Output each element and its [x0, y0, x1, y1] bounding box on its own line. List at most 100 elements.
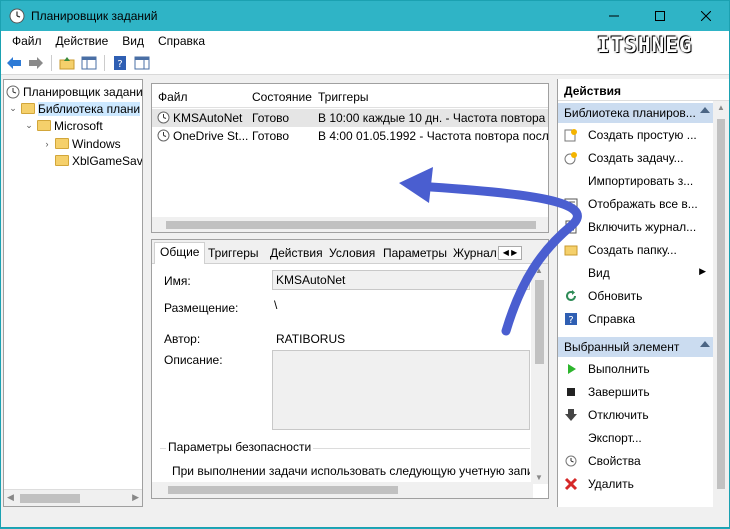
chevron-right-icon[interactable]: ›: [42, 139, 52, 149]
library-section-header[interactable]: Библиотека планиров...: [558, 103, 714, 123]
scroll-thumb[interactable]: [535, 280, 544, 364]
tree-horizontal-scrollbar[interactable]: ◀ ▶: [4, 489, 142, 506]
column-header-status[interactable]: Состояние: [252, 90, 312, 104]
task-name: OneDrive St...: [173, 129, 249, 143]
forward-button[interactable]: [27, 54, 45, 72]
scroll-up-icon[interactable]: ▲: [535, 266, 543, 275]
tree-item-label: Библиотека плани: [38, 101, 141, 116]
scroll-left-icon[interactable]: ◀: [7, 492, 14, 503]
submenu-arrow-icon: ▶: [699, 266, 706, 276]
action-label: Включить журнал...: [588, 220, 697, 234]
location-label: Размещение:: [164, 301, 239, 315]
create-task-icon: [564, 152, 577, 165]
tree-item-label: Microsoft: [54, 118, 103, 133]
scroll-thumb[interactable]: [717, 119, 725, 489]
action-new-folder[interactable]: Создать папку...: [558, 239, 714, 262]
tree-item-microsoft[interactable]: ⌄ Microsoft: [24, 117, 103, 134]
task-clock-icon: [157, 129, 170, 142]
action-delete[interactable]: Удалить: [558, 473, 714, 496]
actions-pane: Действия Библиотека планиров... Создать …: [557, 79, 729, 507]
action-enable-history[interactable]: Включить журнал...: [558, 216, 714, 239]
selected-item-section-header[interactable]: Выбранный элемент: [558, 337, 714, 357]
action-label: Удалить: [588, 477, 634, 491]
scroll-down-icon[interactable]: ▼: [535, 473, 543, 482]
action-help[interactable]: ? Справка: [558, 308, 714, 331]
action-label: Создать задачу...: [588, 151, 684, 165]
menu-view[interactable]: Вид: [115, 34, 151, 48]
action-label: Завершить: [588, 385, 650, 399]
tree-item-library[interactable]: ⌄ Библиотека плани: [8, 100, 141, 117]
task-details: Общие Триггеры Действия Условия Параметр…: [151, 239, 549, 499]
tab-actions[interactable]: Действия: [265, 244, 328, 264]
tree-item-root[interactable]: Планировщик заданий: [6, 83, 142, 100]
toolbar-separator: [104, 54, 105, 71]
maximize-button[interactable]: [637, 1, 683, 31]
back-button[interactable]: [5, 54, 23, 72]
action-label: Обновить: [588, 289, 643, 303]
library-folder-icon: [21, 103, 35, 114]
scroll-up-icon[interactable]: ▲: [717, 103, 725, 112]
close-button[interactable]: [683, 1, 729, 31]
tab-conditions[interactable]: Условия: [324, 244, 380, 264]
action-import-task[interactable]: Импортировать з...: [558, 170, 714, 193]
menu-action[interactable]: Действие: [49, 34, 116, 48]
help-icon: ?: [565, 313, 577, 326]
menu-help[interactable]: Справка: [151, 34, 212, 48]
description-label: Описание:: [164, 353, 223, 367]
tab-scroll-arrows-icon[interactable]: ◀ ▶: [498, 246, 522, 260]
scroll-thumb[interactable]: [20, 494, 80, 503]
action-export[interactable]: Экспорт...: [558, 427, 714, 450]
show-actions-button[interactable]: [133, 54, 151, 72]
name-field[interactable]: KMSAutoNet: [272, 270, 530, 290]
collapse-icon[interactable]: [700, 341, 710, 347]
action-label: Экспорт...: [588, 431, 642, 445]
tree-item-windows[interactable]: › Windows: [42, 135, 121, 152]
display-all-icon: [564, 198, 578, 210]
description-field[interactable]: [272, 350, 530, 430]
table-row[interactable]: KMSAutoNet Готово В 10:00 каждые 10 дн. …: [152, 109, 548, 127]
details-horizontal-scrollbar[interactable]: [152, 482, 533, 498]
chevron-down-icon[interactable]: ⌄: [8, 103, 18, 114]
folder-up-icon: [59, 56, 75, 69]
column-header-triggers[interactable]: Триггеры: [318, 90, 369, 104]
chevron-down-icon[interactable]: ⌄: [24, 120, 34, 131]
action-properties[interactable]: Свойства: [558, 450, 714, 473]
action-disable[interactable]: Отключить: [558, 404, 714, 427]
help-button[interactable]: ?: [111, 54, 129, 72]
show-tree-button[interactable]: [80, 54, 98, 72]
tree-item-xblgamesave[interactable]: XblGameSav: [42, 152, 142, 169]
tab-general[interactable]: Общие: [154, 242, 206, 264]
scroll-thumb[interactable]: [166, 221, 536, 229]
section-title: Выбранный элемент: [564, 340, 680, 354]
run-icon: [568, 364, 576, 374]
minimize-button[interactable]: [591, 1, 637, 31]
scroll-right-icon[interactable]: ▶: [132, 492, 139, 503]
column-header-name[interactable]: Файл: [158, 90, 188, 104]
collapse-icon[interactable]: [700, 107, 710, 113]
task-trigger: В 4:00 01.05.1992 - Частота повтора посл…: [318, 129, 548, 143]
action-end[interactable]: Завершить: [558, 381, 714, 404]
task-list-horizontal-scrollbar[interactable]: [152, 217, 548, 232]
action-create-task[interactable]: Создать задачу...: [558, 147, 714, 170]
security-text: При выполнении задачи использовать следу…: [172, 464, 530, 478]
action-run[interactable]: Выполнить: [558, 358, 714, 381]
tab-triggers[interactable]: Триггеры: [203, 244, 264, 264]
table-row[interactable]: OneDrive St... Готово В 4:00 01.05.1992 …: [152, 127, 548, 145]
scroll-thumb[interactable]: [168, 486, 398, 494]
svg-text:?: ?: [117, 59, 122, 70]
tab-settings[interactable]: Параметры: [378, 244, 452, 264]
task-clock-icon: [157, 111, 170, 124]
task-list: Файл Состояние Триггеры KMSAutoNet Готов…: [151, 83, 549, 233]
delete-icon: [564, 477, 578, 491]
menu-file[interactable]: Файл: [5, 34, 49, 48]
action-refresh[interactable]: Обновить: [558, 285, 714, 308]
details-vertical-scrollbar[interactable]: ▲ ▼: [531, 264, 548, 484]
actions-vertical-scrollbar[interactable]: ▲: [713, 101, 729, 507]
action-display-all-running[interactable]: Отображать все в...: [558, 193, 714, 216]
action-view[interactable]: Вид ▶: [558, 262, 714, 285]
action-create-basic-task[interactable]: Создать простую ...: [558, 124, 714, 147]
arrow-right-icon: [29, 56, 43, 69]
properties-icon: [565, 455, 577, 467]
watermark-logo: ITSHNEG: [597, 33, 693, 57]
up-folder-button[interactable]: [58, 54, 76, 72]
